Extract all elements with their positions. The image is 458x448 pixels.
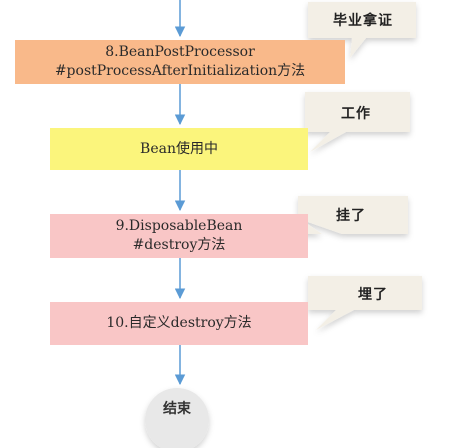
step-10-custom-destroy: 10.自定义destroy方法: [50, 302, 308, 345]
step-use-line1: Bean使用中: [140, 140, 218, 157]
step-8-line1: 8.BeanPostProcessor: [105, 44, 255, 60]
step-9-line1: 9.DisposableBean: [115, 218, 243, 234]
step-9-disposable-bean: 9.DisposableBean #destroy方法: [50, 214, 308, 258]
lifecycle-diagram: 8.BeanPostProcessor #postProcessAfterIni…: [0, 0, 458, 448]
step-10-line1: 10.自定义destroy方法: [106, 315, 252, 331]
step-8-bean-post-processor: 8.BeanPostProcessor #postProcessAfterIni…: [15, 40, 345, 84]
note-graduate: 毕业拿证: [333, 13, 393, 29]
note-hang: 挂了: [336, 208, 366, 224]
note-bury: 埋了: [358, 287, 388, 303]
end-label: 结束: [163, 401, 191, 417]
step-9-line2: #destroy方法: [132, 237, 226, 253]
step-bean-in-use: Bean使用中: [50, 128, 308, 170]
end-circle: [145, 388, 209, 448]
note-work: 工作: [341, 106, 371, 122]
step-8-line2: #postProcessAfterInitialization方法: [54, 63, 306, 79]
